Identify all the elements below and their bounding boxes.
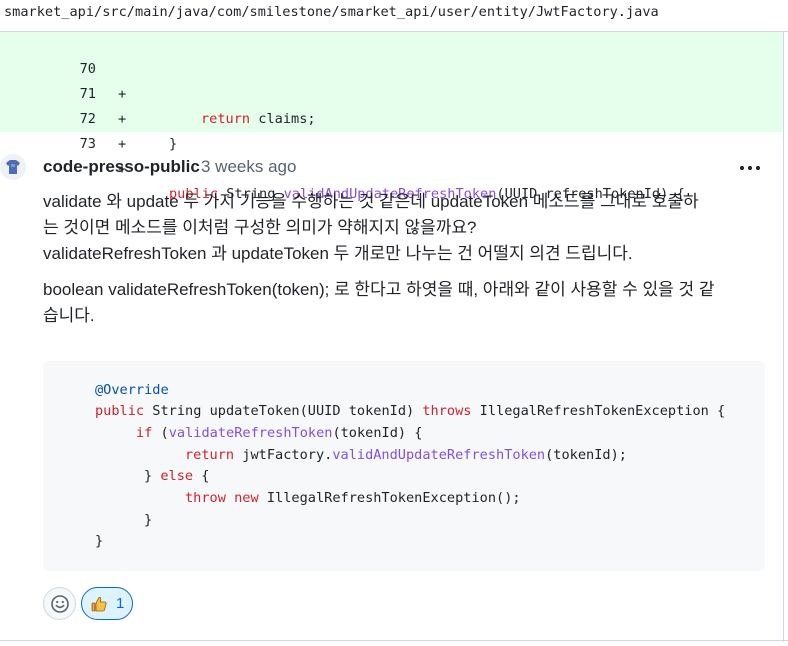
avatar-icon [0,154,26,180]
code-line: } [144,512,153,528]
file-path[interactable]: smarket_api/src/main/java/com/smilestone… [4,4,659,20]
code-line: if (validateRefreshToken(tokenId) { [136,425,423,441]
code-line: throw new IllegalRefreshTokenException()… [185,490,521,506]
code-line: } [95,533,104,549]
comment-author[interactable]: code-presso-public [43,157,200,177]
comment-text-line: validate 와 update 두 가지 기능을 수행하는 것 같은데 up… [43,192,699,211]
avatar[interactable] [0,154,26,180]
add-reaction-button[interactable] [43,587,76,620]
diff-line: 71 + } [0,57,783,152]
code-line: } else { [144,468,210,484]
comment-timestamp[interactable]: 3 weeks ago [201,157,296,177]
code-line: return jwtFactory.validAndUpdateRefreshT… [185,447,627,463]
thumbs-up-icon [91,597,107,612]
smiley-icon [51,595,69,613]
diff-line: 70 + return claims; [0,32,783,127]
code-line: public String updateToken(UUID tokenId) … [95,403,726,419]
divider [0,640,788,641]
diff-hunk: 70 + return claims; 71 + } 72 + 73 + pub… [0,32,784,202]
file-path-header[interactable]: smarket_api/src/main/java/com/smilestone… [0,0,788,32]
reaction-count: 1 [116,595,125,612]
comment-text-line: validateRefreshToken 과 updateToken 두 개로만… [43,244,633,263]
comment-text-line: boolean validateRefreshToken(token); 로 한… [43,280,715,299]
code-block: @Override public String updateToken(UUID… [43,361,765,571]
diff-line: 72 + [0,82,783,152]
more-options-icon[interactable] [739,159,761,175]
comment-body: validate 와 update 두 가지 기능을 수행하는 것 같은데 up… [43,189,763,329]
thumbs-up-reaction-button[interactable]: 1 [81,587,133,620]
review-comment: code-presso-public 3 weeks ago validate … [0,132,784,642]
comment-text-line: 습니다. [43,306,95,325]
code-line: @Override [95,382,169,398]
diff-line: 73 + public String validAndUpdateRefresh… [0,107,783,202]
comment-text-line: 는 것이면 메소드를 이처럼 구성한 의미가 약해지지 않을까요? [43,218,477,237]
